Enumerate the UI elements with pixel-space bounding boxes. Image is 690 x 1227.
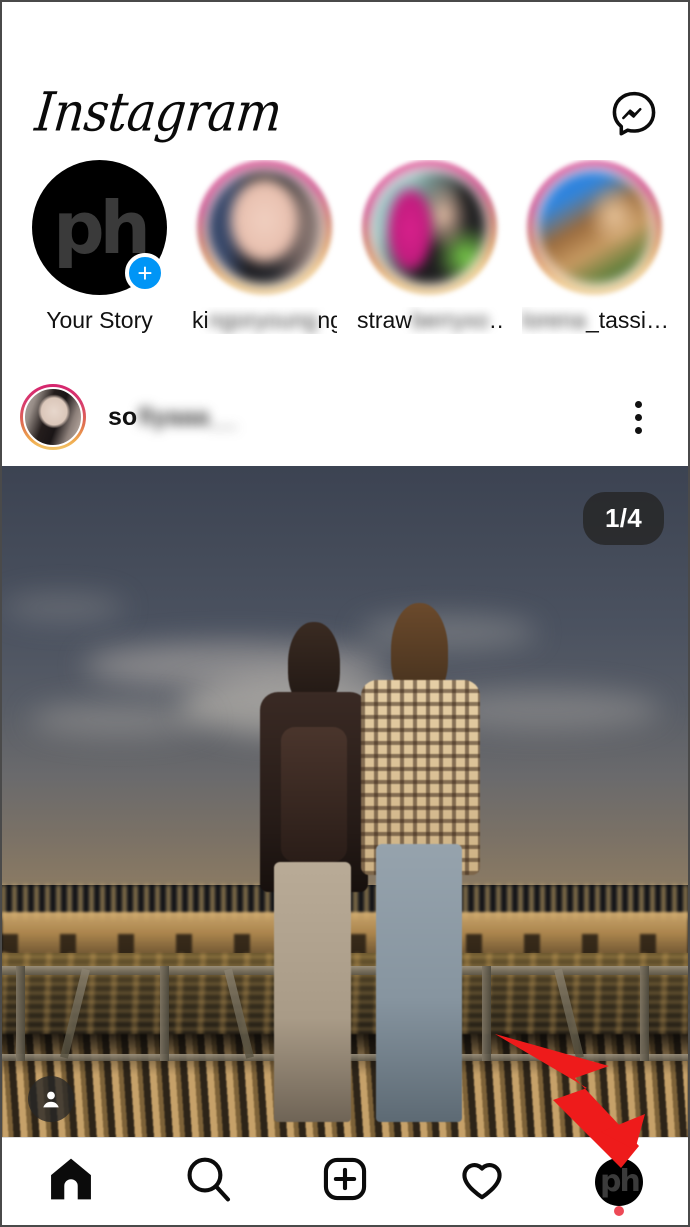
app-header: Instagram	[2, 2, 688, 160]
plus-square-icon	[319, 1153, 371, 1210]
heart-icon	[456, 1153, 508, 1210]
story-ring	[197, 160, 332, 295]
story-label-suffix: _tassi…	[585, 307, 667, 333]
dot	[634, 426, 642, 434]
avatar	[204, 167, 325, 288]
story-item-2[interactable]: strawberryxo…	[357, 160, 502, 334]
person-right	[359, 602, 482, 1122]
avatar	[369, 167, 490, 288]
story-label-prefix: ki	[192, 307, 209, 333]
notification-dot	[614, 1206, 625, 1216]
nav-search[interactable]	[139, 1138, 276, 1225]
story-item-1[interactable]: kingoryoungng	[192, 160, 337, 334]
search-icon	[182, 1153, 234, 1210]
dot	[634, 413, 642, 421]
story-ring	[527, 160, 662, 295]
avatar-logo-text: ph	[53, 185, 151, 270]
story-label-redacted: ngoryoung	[208, 307, 318, 333]
profile-avatar-initials: ph	[599, 1163, 641, 1199]
story-your-story[interactable]: ph + Your Story	[32, 160, 167, 334]
story-ring-own: ph +	[32, 160, 167, 295]
add-story-button[interactable]: +	[125, 253, 165, 293]
username-prefix: so	[108, 402, 138, 431]
person-tag-icon[interactable]	[28, 1076, 74, 1122]
post-author-username[interactable]: so fiyaaa__	[108, 403, 237, 432]
avatar	[534, 167, 655, 288]
nav-profile[interactable]: ph	[551, 1138, 688, 1225]
avatar	[23, 387, 83, 447]
nav-create[interactable]	[276, 1138, 413, 1225]
nav-activity[interactable]	[414, 1138, 551, 1225]
story-label-redacted: berryxo	[411, 307, 489, 333]
bottom-navigation-bar: ph	[2, 1137, 688, 1225]
home-icon	[45, 1153, 97, 1210]
instagram-wordmark[interactable]: Instagram	[32, 81, 284, 146]
story-label-suffix: ng	[317, 307, 337, 333]
dot	[634, 400, 642, 408]
story-label-suffix: …	[489, 307, 502, 333]
carousel-counter: 1/4	[582, 492, 664, 545]
legs	[376, 844, 463, 1122]
instagram-app-screen: Instagram ph + Your Story kingoryoungng	[0, 0, 690, 1227]
story-label-prefix: straw	[357, 307, 412, 333]
story-item-3[interactable]: lorena_tassi…	[522, 160, 667, 334]
post-author-avatar[interactable]	[20, 384, 86, 450]
story-label: lorena_tassi…	[522, 307, 667, 334]
person-left	[256, 621, 373, 1122]
stories-tray[interactable]: ph + Your Story kingoryoungng strawberry…	[2, 160, 688, 368]
username-redacted: fiyaaa__	[138, 402, 237, 431]
story-label-redacted: lorena	[522, 307, 586, 333]
profile-avatar: ph	[595, 1157, 644, 1206]
backpack	[281, 726, 347, 862]
messenger-icon[interactable]	[606, 86, 662, 142]
post-header: so fiyaaa__	[2, 368, 688, 466]
story-ring	[362, 160, 497, 295]
story-label: strawberryxo…	[357, 307, 502, 334]
nav-home[interactable]	[2, 1138, 139, 1225]
kebab-menu-icon[interactable]	[614, 393, 662, 441]
cloud	[29, 702, 208, 737]
post-image[interactable]: 1/4	[2, 466, 688, 1142]
legs	[274, 861, 352, 1122]
story-label: Your Story	[46, 307, 153, 333]
story-label: kingoryoungng	[192, 307, 337, 334]
